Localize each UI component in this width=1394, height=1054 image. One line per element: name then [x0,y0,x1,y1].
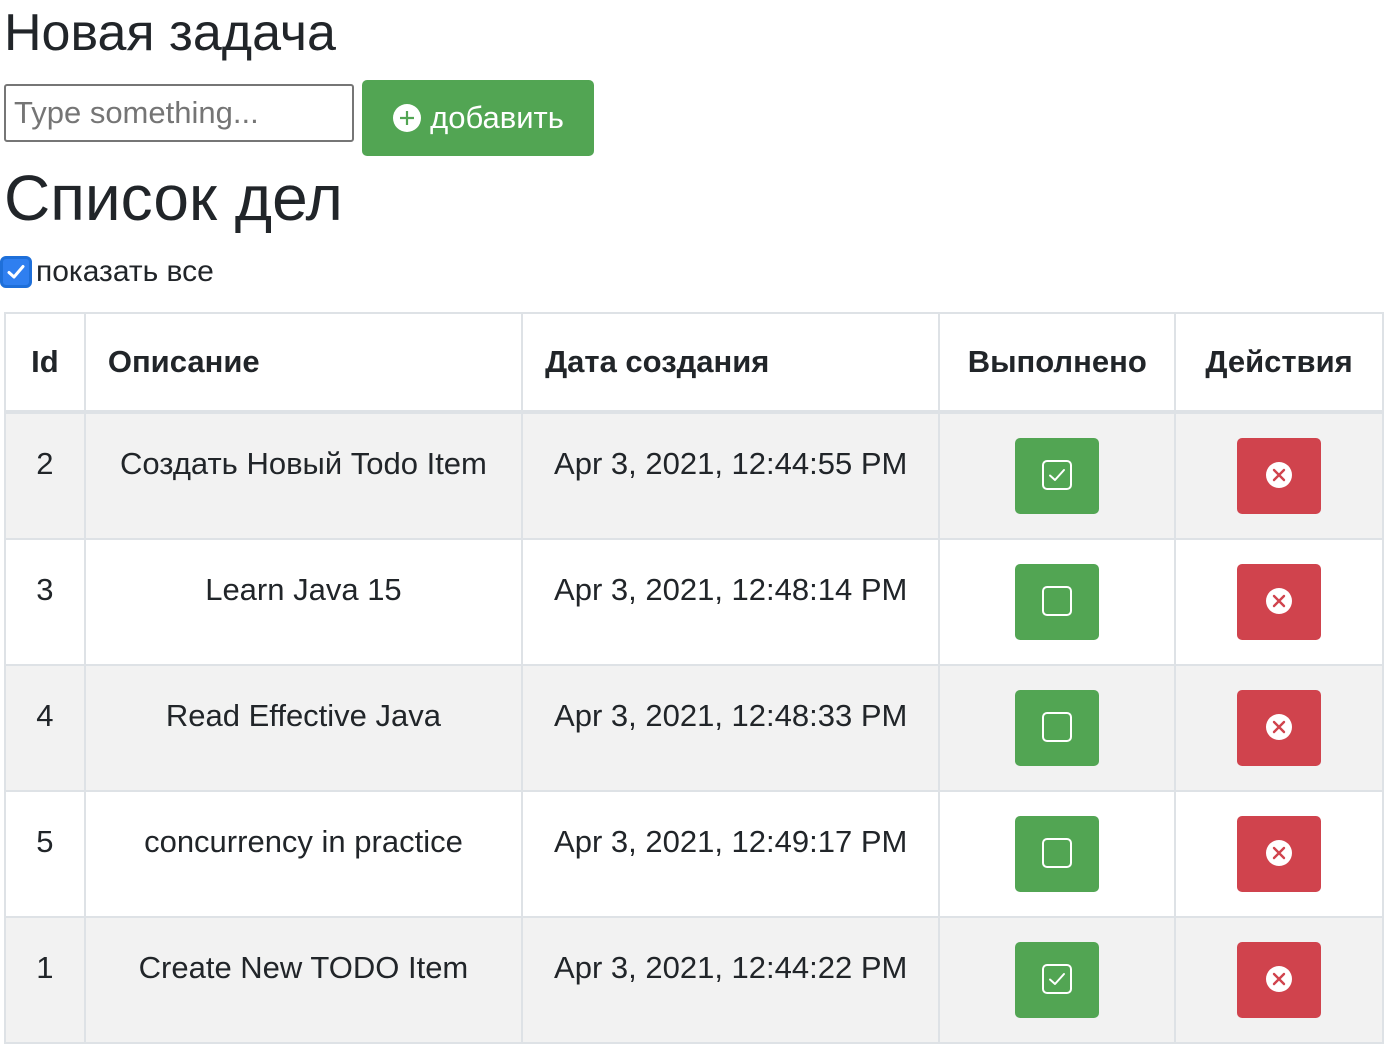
cell-created: Apr 3, 2021, 12:44:55 PM [521,411,941,540]
column-header-description: Описание [83,312,524,414]
cell-created: Apr 3, 2021, 12:44:22 PM [521,916,941,1044]
table-row: 5 concurrency in practice Apr 3, 2021, 1… [4,790,1384,918]
x-circle-icon [1262,458,1296,495]
done-toggle-button[interactable] [1015,564,1100,640]
cell-actions [1174,916,1384,1044]
cell-done [938,916,1177,1044]
cell-done [938,790,1177,918]
table-row: 2 Создать Новый Todo Item Apr 3, 2021, 1… [4,411,1384,540]
column-header-done: Выполнено [938,312,1177,414]
table-body: 2 Создать Новый Todo Item Apr 3, 2021, 1… [4,411,1384,1044]
todo-page: Новая задача добавить Список дел показат… [0,0,1394,1054]
cell-created: Apr 3, 2021, 12:49:17 PM [521,790,941,918]
plus-circle-icon [392,103,422,133]
square-icon [1040,836,1074,873]
show-all-toggle[interactable]: показать все [0,254,214,290]
square-icon [1040,710,1074,747]
column-header-actions: Действия [1174,312,1384,414]
check-square-icon [1040,962,1074,999]
cell-created: Apr 3, 2021, 12:48:14 PM [521,538,941,666]
add-button[interactable]: добавить [362,80,594,156]
delete-button[interactable] [1237,942,1322,1018]
cell-done [938,411,1177,540]
delete-button[interactable] [1237,816,1322,892]
table-header-row: Id Описание Дата создания Выполнено Дейс… [4,312,1384,414]
cell-description: Создать Новый Todo Item [83,411,524,540]
check-square-icon [1040,458,1074,495]
delete-button[interactable] [1237,690,1322,766]
table-row: 4 Read Effective Java Apr 3, 2021, 12:48… [4,664,1384,792]
new-task-heading: Новая задача [4,4,336,62]
square-icon [1040,584,1074,621]
delete-button[interactable] [1237,438,1322,514]
checkbox-checked-icon [7,265,25,279]
task-input[interactable] [4,84,354,142]
cell-created: Apr 3, 2021, 12:48:33 PM [521,664,941,792]
cell-id: 5 [4,790,86,918]
cell-description: Read Effective Java [83,664,524,792]
cell-actions [1174,664,1384,792]
column-header-id: Id [4,312,86,414]
cell-done [938,538,1177,666]
done-toggle-button[interactable] [1015,438,1100,514]
cell-id: 1 [4,916,86,1044]
cell-actions [1174,538,1384,666]
cell-description: Learn Java 15 [83,538,524,666]
cell-description: Create New TODO Item [83,916,524,1044]
show-all-checkbox[interactable] [0,256,32,288]
cell-done [938,664,1177,792]
cell-actions [1174,790,1384,918]
cell-id: 4 [4,664,86,792]
table-row: 1 Create New TODO Item Apr 3, 2021, 12:4… [4,916,1384,1044]
cell-description: concurrency in practice [83,790,524,918]
x-circle-icon [1262,962,1296,999]
cell-id: 2 [4,411,86,540]
done-toggle-button[interactable] [1015,690,1100,766]
done-toggle-button[interactable] [1015,942,1100,1018]
table-row: 3 Learn Java 15 Apr 3, 2021, 12:48:14 PM [4,538,1384,666]
column-header-created: Дата создания [521,312,941,414]
x-circle-icon [1262,836,1296,873]
todo-table: Id Описание Дата создания Выполнено Дейс… [4,312,1384,1044]
x-circle-icon [1262,710,1296,747]
delete-button[interactable] [1237,564,1322,640]
show-all-label: показать все [36,255,214,288]
todo-list-heading: Список дел [4,162,343,234]
add-button-label: добавить [430,100,564,135]
done-toggle-button[interactable] [1015,816,1100,892]
x-circle-icon [1262,584,1296,621]
cell-actions [1174,411,1384,540]
cell-id: 3 [4,538,86,666]
